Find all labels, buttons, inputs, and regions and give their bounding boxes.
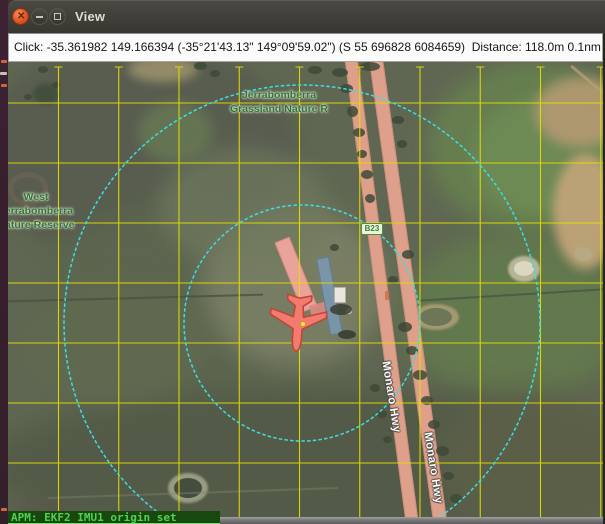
maximize-button[interactable] <box>49 8 66 25</box>
window-title: View <box>75 9 106 24</box>
label-line: Jerrabomberra <box>241 89 317 101</box>
label-line: Nature Reserve <box>8 219 75 231</box>
minimize-button[interactable] <box>31 8 48 25</box>
terminal-text-fragment <box>1 84 7 87</box>
screenshot-root: ✕ View Click: -35.361982 149.166394 (-35… <box>0 0 605 524</box>
map-overlay <box>8 66 603 517</box>
close-button[interactable]: ✕ <box>12 8 29 25</box>
aircraft-icon <box>269 293 328 352</box>
label-line: West <box>23 191 49 203</box>
west-reserve-label: West Jerrabomberra Nature Reserve <box>8 190 88 232</box>
close-icon: ✕ <box>17 11 26 22</box>
terminal-text-fragment <box>0 72 7 75</box>
route-badge-b23: B23 <box>361 223 383 235</box>
satellite-map-view[interactable]: Jerrabomberra Grassland Nature R West Je… <box>8 62 603 517</box>
nature-reserve-label: Jerrabomberra Grassland Nature R <box>204 88 354 116</box>
label-line: Grassland Nature R <box>229 103 329 115</box>
console-message: APM: EKF2 IMU1 origin set <box>8 511 220 524</box>
view-window: ✕ View Click: -35.361982 149.166394 (-35… <box>8 0 605 524</box>
label-line: Jerrabomberra <box>8 205 74 217</box>
terminal-text-fragment <box>1 508 7 511</box>
terminal-text-fragment <box>1 60 7 63</box>
minimize-icon <box>36 16 43 18</box>
maximize-icon <box>54 13 61 20</box>
grid-lines <box>8 66 603 517</box>
click-coordinates-readout: Click: -35.361982 149.166394 (-35°21'43.… <box>14 40 601 54</box>
status-bar: Click: -35.361982 149.166394 (-35°21'43.… <box>8 33 603 62</box>
background-terminal-sliver <box>0 0 8 524</box>
titlebar[interactable]: ✕ View <box>8 0 605 33</box>
click-marker-dot <box>300 321 306 327</box>
